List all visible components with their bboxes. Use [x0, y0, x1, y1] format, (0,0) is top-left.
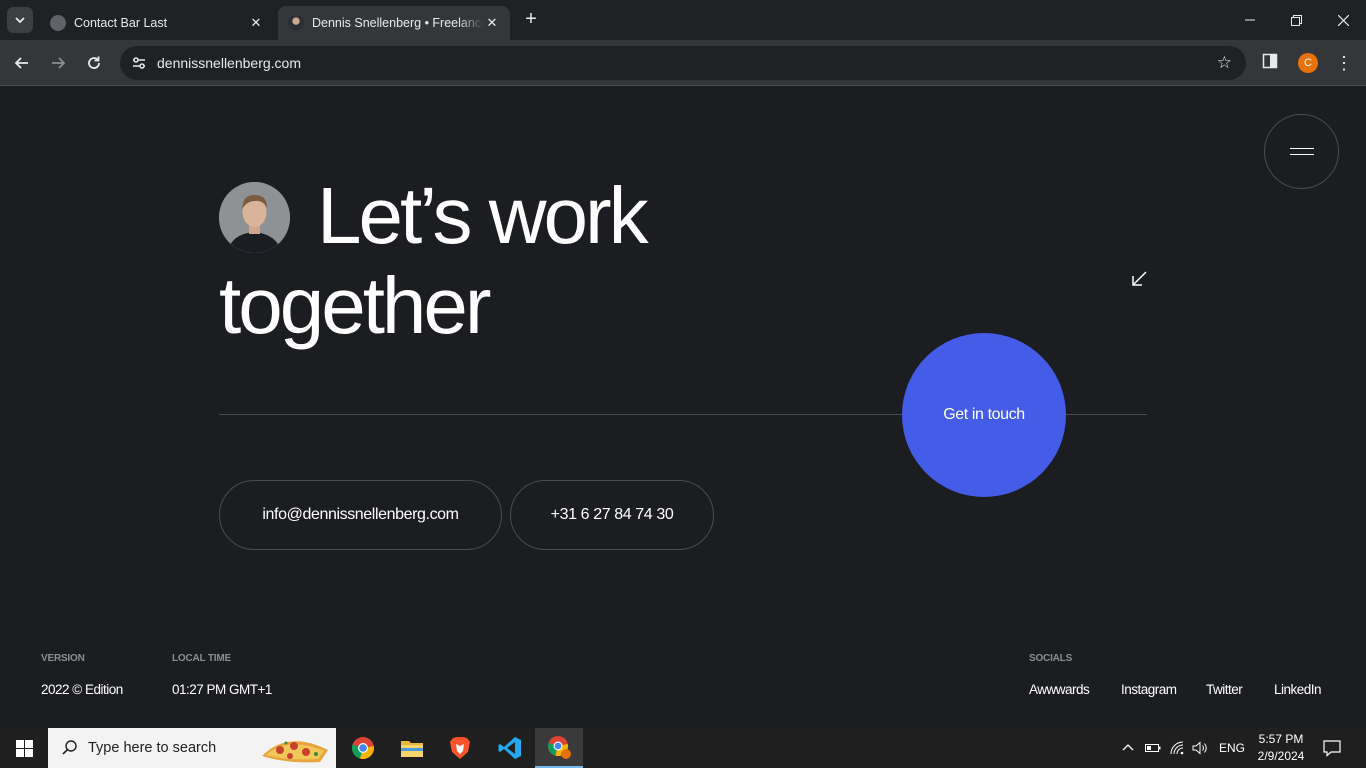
restore-button[interactable] [1273, 0, 1319, 40]
clock-date: 2/9/2024 [1257, 749, 1305, 763]
tab-title: Dennis Snellenberg • Freelance Designer … [312, 16, 484, 30]
show-hidden-icons-button[interactable] [1121, 728, 1135, 768]
search-icon [62, 740, 77, 755]
brave-lion-icon [450, 737, 470, 759]
side-panel-icon [1262, 53, 1278, 69]
tab-dennis-snellenberg[interactable]: Dennis Snellenberg • Freelance Designer … [278, 6, 510, 40]
url-text: dennissnellenberg.com [157, 55, 301, 71]
taskbar-chrome[interactable] [339, 728, 387, 768]
clock-time: 5:57 PM [1258, 732, 1304, 746]
folder-icon [401, 741, 423, 757]
volume-button[interactable] [1192, 728, 1208, 768]
speaker-icon [1192, 741, 1207, 755]
close-window-button[interactable] [1320, 0, 1366, 40]
browser-tab-strip: Contact Bar Last ✕ Dennis Snellenberg • … [0, 0, 1366, 40]
chrome-profile-icon [548, 736, 571, 759]
input-language[interactable]: ENG [1219, 728, 1245, 768]
notification-icon [1323, 740, 1341, 757]
vscode-icon [498, 737, 521, 759]
windows-logo-icon [15, 739, 33, 757]
profile-avatar[interactable]: C [1298, 53, 1318, 73]
wifi-icon [1170, 741, 1184, 755]
local-time-label: LOCAL TIME [172, 653, 231, 664]
chevron-down-icon [15, 17, 25, 24]
taskbar-file-explorer[interactable] [388, 728, 436, 768]
taskbar-chrome-profile[interactable] [535, 728, 583, 768]
version-label: VERSION [41, 653, 85, 664]
minimize-icon [1245, 19, 1255, 21]
notification-center-button[interactable] [1322, 738, 1342, 758]
local-time-value: 01:27 PM GMT+1 [172, 682, 272, 697]
taskbar-vscode[interactable] [486, 728, 534, 768]
arrow-right-icon [52, 57, 66, 69]
network-button[interactable] [1170, 728, 1186, 768]
taskbar-clock[interactable]: 5:57 PM 2/9/2024 [1248, 731, 1314, 765]
battery-button[interactable] [1145, 728, 1161, 768]
phone-button[interactable]: +31 6 27 84 74 30 [510, 480, 714, 550]
chevron-up-icon [1122, 744, 1134, 751]
new-tab-button[interactable]: + [520, 8, 542, 30]
battery-icon [1145, 744, 1161, 752]
reload-icon [88, 56, 100, 69]
headline-line-2: together [219, 261, 492, 350]
version-value: 2022 © Edition [41, 682, 123, 697]
reload-button[interactable] [82, 51, 106, 75]
social-link-twitter[interactable]: Twitter [1206, 682, 1243, 697]
headline-line-1: Let’s work [317, 171, 649, 260]
socials-label: SOCIALS [1029, 653, 1073, 664]
more-menu-icon[interactable]: ⋮ [1334, 52, 1354, 74]
close-icon[interactable]: ✕ [248, 15, 264, 31]
tab-contact-bar-last[interactable]: Contact Bar Last ✕ [40, 6, 274, 40]
search-placeholder: Type here to search [88, 740, 217, 756]
hamburger-icon [1289, 148, 1314, 155]
social-link-linkedin[interactable]: LinkedIn [1274, 682, 1322, 697]
tune-icon [133, 57, 145, 69]
close-icon[interactable]: ✕ [484, 15, 500, 31]
back-button[interactable] [10, 51, 34, 75]
windows-taskbar: Type here to search ENG 5:57 PM 2/9/2024 [0, 728, 1366, 768]
side-panel-button[interactable] [1262, 53, 1282, 73]
bookmark-star-icon[interactable]: ☆ [1217, 53, 1232, 73]
email-button[interactable]: info@dennissnellenberg.com [219, 480, 502, 550]
taskbar-brave[interactable] [436, 728, 484, 768]
browser-toolbar: dennissnellenberg.com ☆ C ⋮ [0, 40, 1366, 86]
forward-button[interactable] [46, 51, 70, 75]
site-info-button[interactable] [122, 46, 156, 80]
tab-search-button[interactable] [7, 7, 33, 33]
tab-title: Contact Bar Last [74, 16, 168, 30]
minimize-button[interactable] [1227, 0, 1273, 40]
taskbar-search-box[interactable]: Type here to search [48, 728, 336, 768]
arrow-left-icon [14, 57, 28, 69]
page-title: Let’s work together [219, 171, 739, 351]
menu-button[interactable] [1264, 114, 1339, 189]
restore-icon [1290, 14, 1302, 26]
arrow-down-left-icon [1132, 271, 1147, 286]
social-link-instagram[interactable]: Instagram [1121, 682, 1177, 697]
social-link-awwwards[interactable]: Awwwards [1029, 682, 1090, 697]
chrome-icon [351, 737, 374, 760]
contact-page: Let’s work together Get in touch info@de… [0, 87, 1366, 728]
get-in-touch-button[interactable]: Get in touch [902, 333, 1066, 497]
site-favicon-icon [288, 15, 304, 31]
address-bar[interactable]: dennissnellenberg.com ☆ [120, 46, 1246, 80]
close-icon [1337, 14, 1349, 26]
start-button[interactable] [0, 728, 48, 768]
pizza-icon [262, 741, 328, 763]
globe-icon [50, 15, 66, 31]
